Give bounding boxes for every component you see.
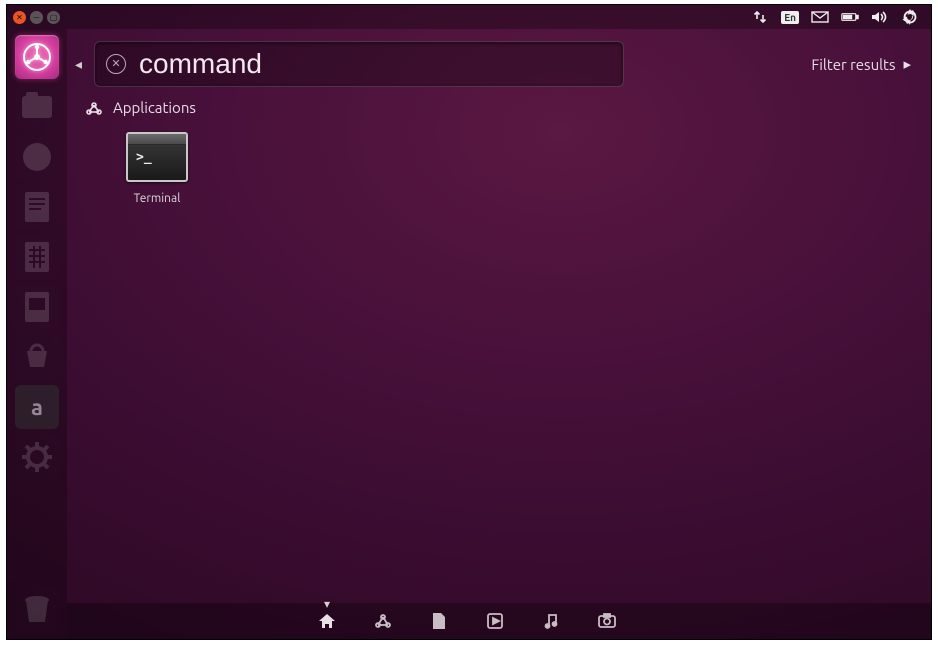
launcher-writer-icon[interactable] [15,185,59,229]
launcher-settings-icon[interactable] [15,435,59,479]
results-grid: >_ Terminal [67,126,931,205]
search-field-wrap: ✕ [94,41,624,87]
unity-launcher: a [7,29,67,639]
launcher-software-center-icon[interactable] [15,335,59,379]
launcher-calc-icon[interactable] [15,235,59,279]
window-close-button[interactable]: ✕ [13,11,26,24]
lens-video-icon[interactable] [485,611,505,631]
lens-music-icon[interactable] [541,611,561,631]
launcher-firefox-icon[interactable] [15,135,59,179]
applications-category-icon [85,101,103,115]
dash-content: ◂ ✕ Filter results ▸ Applications >_ [67,29,931,603]
desktop-frame: ✕ ─ ▢ En [6,4,932,640]
filter-results-label: Filter results [811,56,895,73]
volume-icon[interactable] [871,9,889,25]
chevron-right-icon: ▸ [903,55,911,73]
battery-icon[interactable] [841,9,859,25]
lens-applications-icon[interactable] [373,611,393,631]
dash-search-input[interactable] [94,41,624,87]
system-tray: En [751,9,925,25]
back-chevron-icon[interactable]: ◂ [71,56,86,73]
applications-section-header[interactable]: Applications [67,97,931,126]
window-minimize-button[interactable]: ─ [30,11,43,24]
applications-section-label: Applications [113,99,196,116]
launcher-impress-icon[interactable] [15,285,59,329]
lens-home-icon[interactable] [317,611,337,631]
filter-results-button[interactable]: Filter results ▸ [811,55,911,73]
lens-files-icon[interactable] [429,611,449,631]
launcher-trash-icon[interactable] [15,587,59,631]
window-controls: ✕ ─ ▢ [13,11,60,24]
app-result-terminal[interactable]: >_ Terminal [107,132,207,205]
settings-gear-icon[interactable] [901,9,919,25]
lens-bar [67,603,931,639]
launcher-files-icon[interactable] [15,85,59,129]
terminal-icon: >_ [126,132,188,182]
app-result-label: Terminal [134,192,181,205]
dash-home-button[interactable] [15,35,59,79]
mail-icon[interactable] [811,9,829,25]
launcher-amazon-icon[interactable]: a [15,385,59,429]
keyboard-language-indicator[interactable]: En [781,11,799,24]
top-panel: ✕ ─ ▢ En [7,5,931,29]
network-icon[interactable] [751,9,769,25]
lens-photos-icon[interactable] [597,611,617,631]
window-maximize-button[interactable]: ▢ [47,11,60,24]
clear-search-icon[interactable]: ✕ [106,54,126,74]
